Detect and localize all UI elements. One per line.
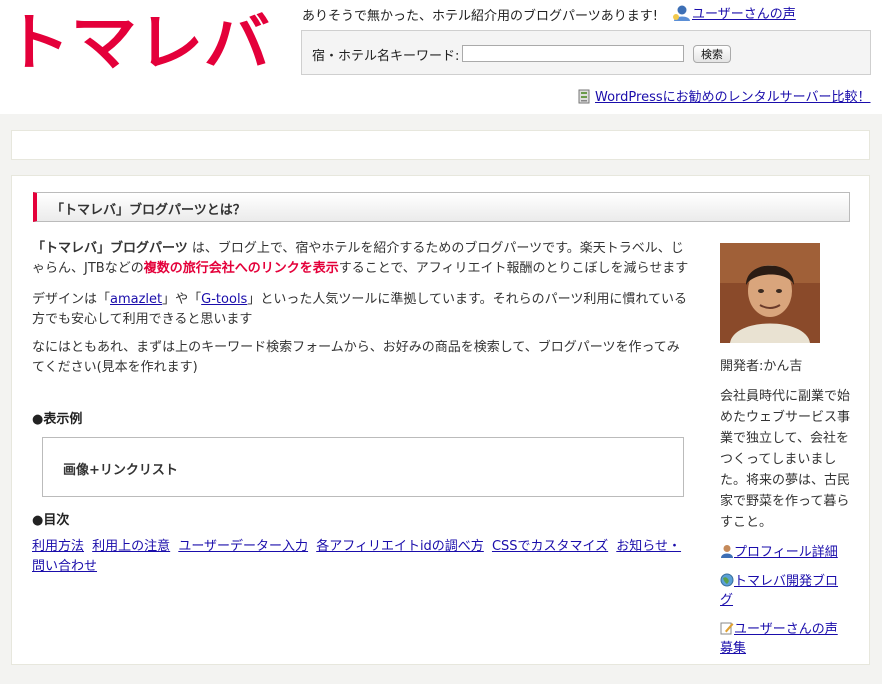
- developer-photo: [720, 243, 820, 343]
- svg-text:トマレバ: トマレバ: [4, 6, 270, 72]
- sample-heading: ●表示例: [32, 412, 83, 427]
- g-tools-link[interactable]: G-tools: [201, 292, 247, 307]
- sidebar: 開発者:かん吉 会社員時代に副業で始めたウェブサービス事業で独立して、会社をつく…: [720, 243, 850, 658]
- user-voice-recruit-link-wrap: ユーザーさんの声募集: [720, 620, 850, 658]
- amazlet-link[interactable]: amazlet: [110, 292, 162, 307]
- search-input[interactable]: [462, 45, 684, 62]
- header: トマレバ ありそうで無かった、ホテル紹介用のブログパーツあります! ユーザーさん…: [0, 0, 882, 114]
- user-voice-link[interactable]: ユーザーさんの声: [692, 7, 796, 22]
- search-button[interactable]: 検索: [693, 45, 731, 63]
- intro-bold: 「トマレバ」ブログパーツ: [32, 241, 188, 256]
- toc-link-css[interactable]: CSSでカスタマイズ: [492, 539, 608, 554]
- main-content: 「トマレバ」ブログパーツとは？ 「トマレバ」ブログパーツ は、ブログ上で、宿やホ…: [11, 175, 870, 665]
- sample-box: 画像+リンクリスト: [42, 437, 684, 497]
- toc-link-notes[interactable]: 利用上の注意: [92, 539, 170, 554]
- user-voice-link-wrap: ユーザーさんの声: [672, 3, 796, 22]
- user-voice-icon: [673, 5, 690, 21]
- profile-link-wrap: プロフィール詳細: [720, 543, 850, 562]
- section-title: 「トマレバ」ブログパーツとは？: [51, 203, 246, 218]
- server-icon: [578, 89, 590, 104]
- dev-blog-link[interactable]: トマレバ開発ブログ: [720, 574, 838, 608]
- toc-link-affiliate-id[interactable]: 各アフィリエイトidの調べ方: [316, 539, 484, 554]
- intro-red-text: 複数の旅行会社へのリンクを表示: [143, 261, 339, 276]
- edit-icon: [720, 622, 734, 635]
- wordpress-server-link[interactable]: WordPressにお勧めのレンタルサーバー比較！: [595, 90, 871, 105]
- dev-blog-link-wrap: トマレバ開発ブログ: [720, 572, 850, 610]
- start-paragraph: なにはともあれ、まずは上のキーワード検索フォームから、お好みの商品を検索して、ブ…: [32, 340, 680, 375]
- empty-panel: [11, 130, 870, 160]
- user-voice-recruit-link[interactable]: ユーザーさんの声募集: [720, 622, 838, 656]
- sample-content: 画像+リンクリスト: [63, 463, 178, 478]
- design-text-1: デザインは「: [32, 292, 111, 307]
- tagline: ありそうで無かった、ホテル紹介用のブログパーツあります!: [302, 9, 658, 24]
- toc-heading: ●目次: [32, 513, 70, 528]
- section-heading: 「トマレバ」ブログパーツとは？: [33, 192, 850, 222]
- design-text-2: 」や「: [162, 292, 202, 307]
- toc-links: 利用方法 利用上の注意 ユーザーデーター入力 各アフィリエイトidの調べ方 CS…: [32, 537, 692, 577]
- globe-icon: [720, 573, 734, 587]
- design-paragraph: デザインは「amazlet」や「G-tools」といった人気ツールに準拠していま…: [32, 290, 692, 330]
- developer-bio: 会社員時代に副業で始めたウェブサービス事業で独立して、会社をつくってしまいました…: [720, 389, 851, 530]
- toc-link-usage[interactable]: 利用方法: [32, 539, 84, 554]
- search-label: 宿・ホテル名キーワード:: [312, 49, 460, 64]
- tomareba-logo[interactable]: トマレバ: [4, 2, 274, 72]
- profile-link[interactable]: プロフィール詳細: [734, 545, 838, 560]
- intro-paragraph: 「トマレバ」ブログパーツ は、ブログ上で、宿やホテルを紹介するためのブログパーツ…: [32, 239, 692, 279]
- profile-icon: [721, 545, 733, 558]
- search-form: 宿・ホテル名キーワード: 検索: [301, 30, 871, 75]
- developer-name: 開発者:かん吉: [720, 359, 803, 374]
- intro-text-2: することで、アフィリエイト報酬のとりこぼしを減らせます: [338, 261, 689, 276]
- wp-link-wrap: WordPressにお勧めのレンタルサーバー比較！: [578, 86, 871, 105]
- toc-link-user-data[interactable]: ユーザーデーター入力: [178, 539, 308, 554]
